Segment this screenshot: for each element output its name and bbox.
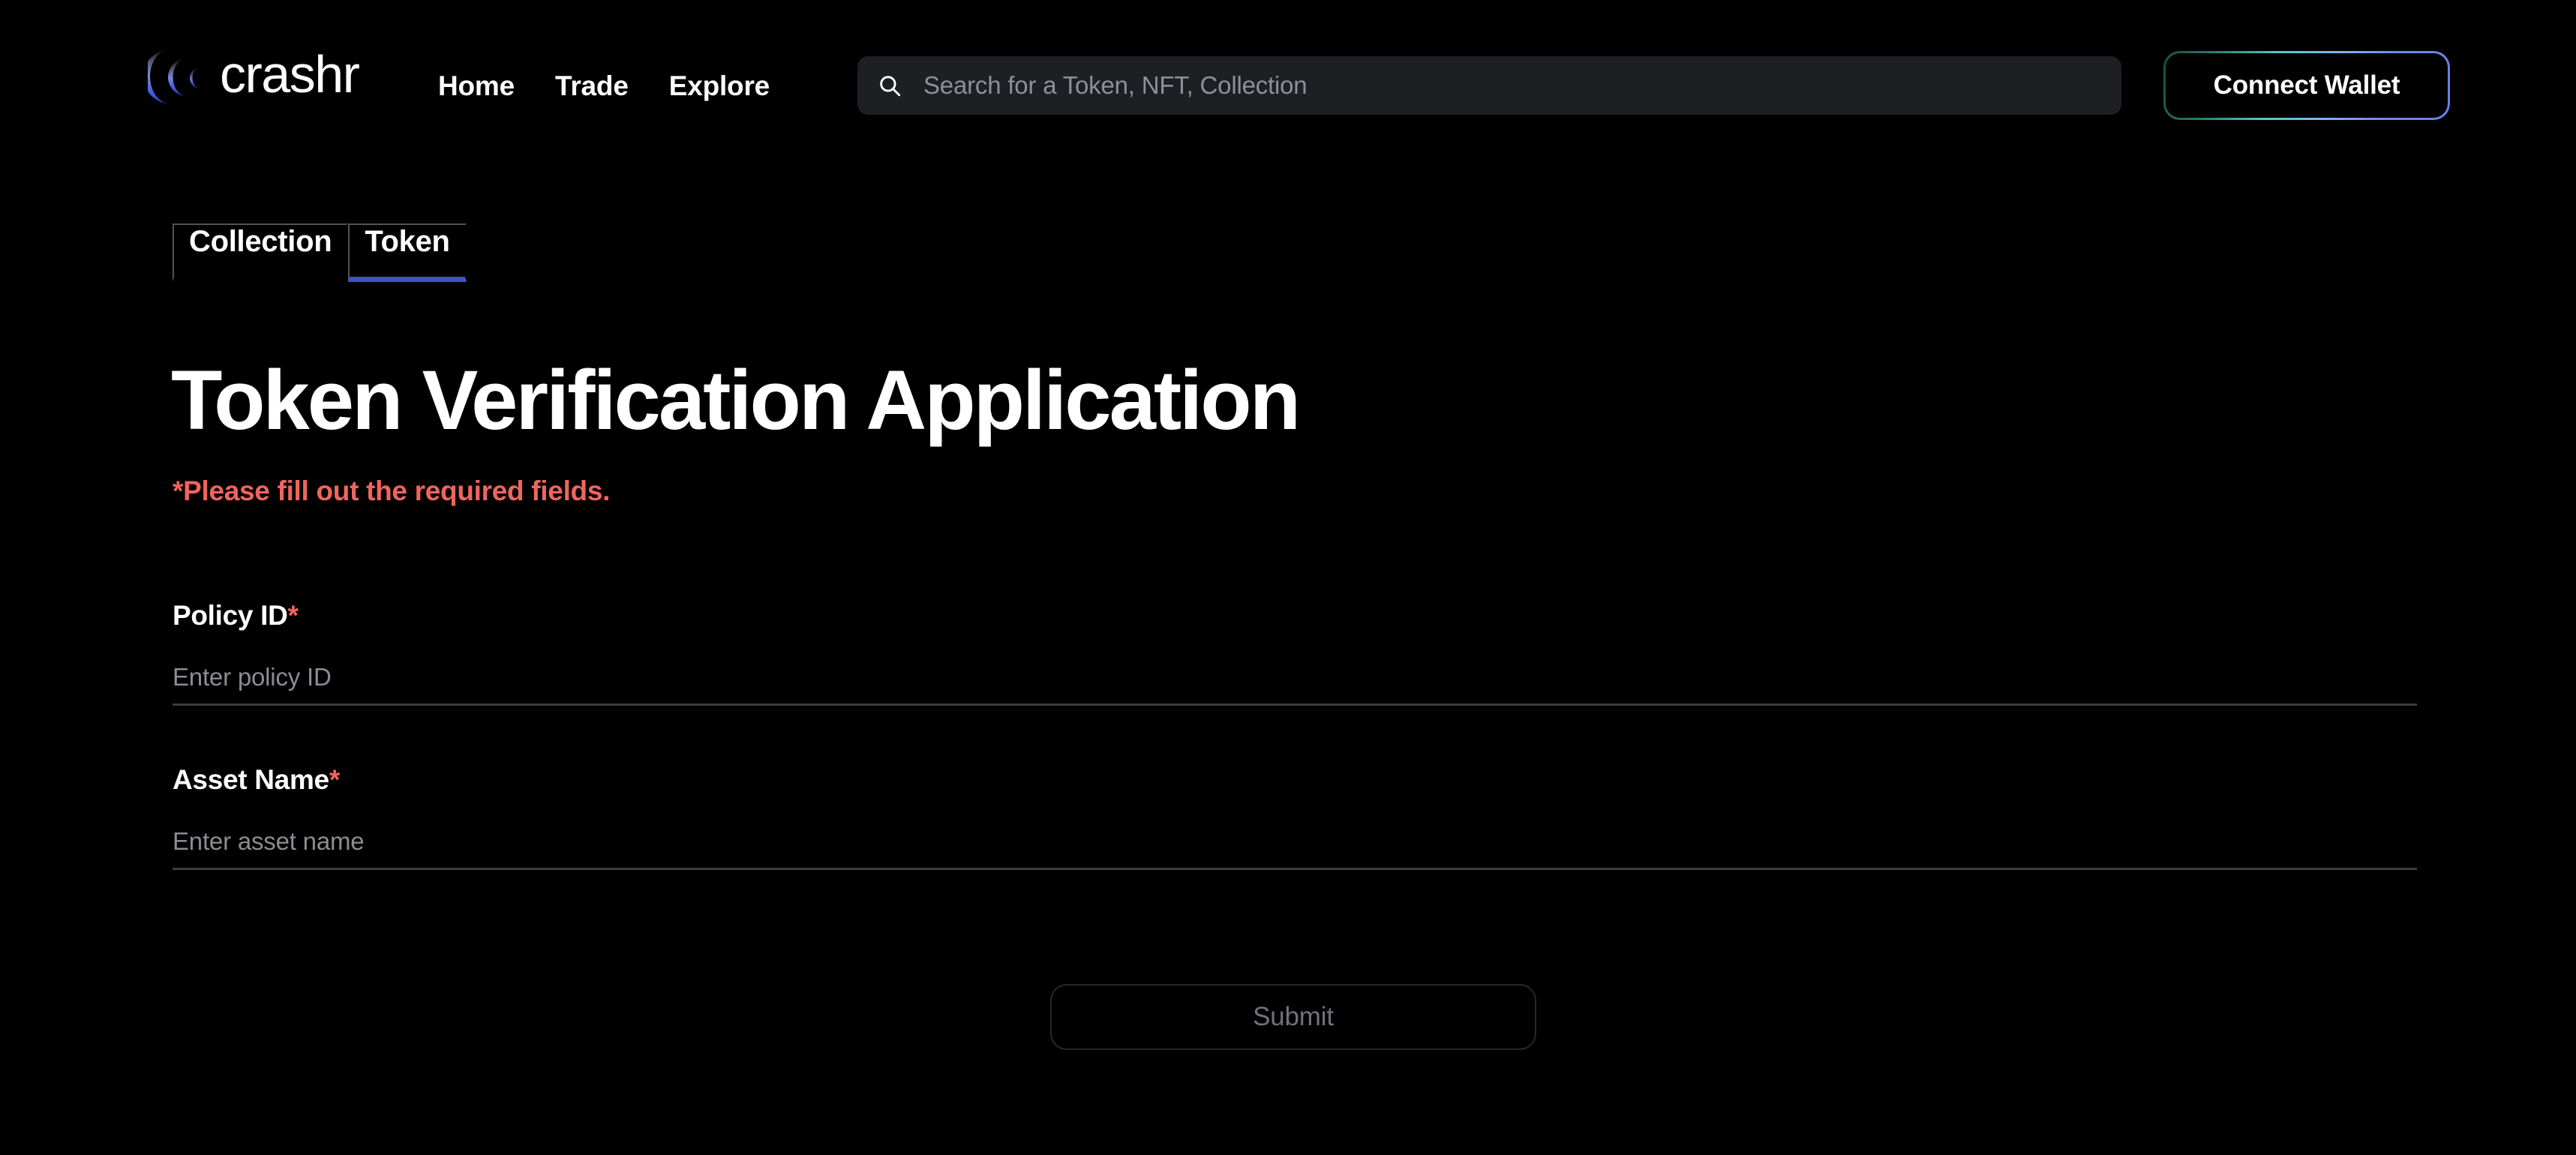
- main-nav: Home Trade Explore: [438, 70, 770, 102]
- tab-token[interactable]: Token: [348, 224, 467, 282]
- brand-logo[interactable]: crashr: [148, 44, 360, 110]
- search-input[interactable]: [923, 56, 2102, 115]
- asset-name-input[interactable]: [173, 825, 2417, 870]
- field-label-policy-id: Policy ID*: [173, 600, 2417, 632]
- connect-wallet-label: Connect Wallet: [2213, 70, 2400, 100]
- required-asterisk-policy-id: *: [287, 600, 299, 631]
- field-policy-id: Policy ID*: [173, 600, 2417, 706]
- nav-item-home[interactable]: Home: [438, 70, 515, 102]
- page-title: Token Verification Application: [171, 353, 1301, 447]
- site-header: crashr Home Trade Explore Connect Wallet: [0, 0, 2576, 124]
- verification-tabs: Collection Token: [173, 224, 467, 282]
- token-verification-form: Policy ID* Asset Name*: [173, 600, 2417, 928]
- tab-collection[interactable]: Collection: [173, 224, 349, 282]
- search-bar[interactable]: [857, 56, 2121, 115]
- field-label-policy-id-text: Policy ID: [173, 600, 288, 631]
- submit-button[interactable]: Submit: [1050, 984, 1536, 1050]
- field-label-asset-name-text: Asset Name: [173, 764, 329, 795]
- required-fields-note: *Please fill out the required fields.: [173, 476, 611, 506]
- nav-item-trade[interactable]: Trade: [555, 70, 629, 102]
- field-asset-name: Asset Name*: [173, 764, 2417, 870]
- policy-id-input[interactable]: [173, 661, 2417, 706]
- search-icon: [880, 76, 901, 97]
- required-asterisk-asset-name: *: [329, 764, 340, 795]
- connect-wallet-inner: Connect Wallet: [2166, 53, 2448, 118]
- brand-name: crashr: [220, 45, 360, 104]
- crashr-waves-logo-icon: [148, 50, 200, 104]
- nav-item-explore[interactable]: Explore: [669, 70, 770, 102]
- connect-wallet-button[interactable]: Connect Wallet: [2163, 51, 2450, 120]
- field-label-asset-name: Asset Name*: [173, 764, 2417, 796]
